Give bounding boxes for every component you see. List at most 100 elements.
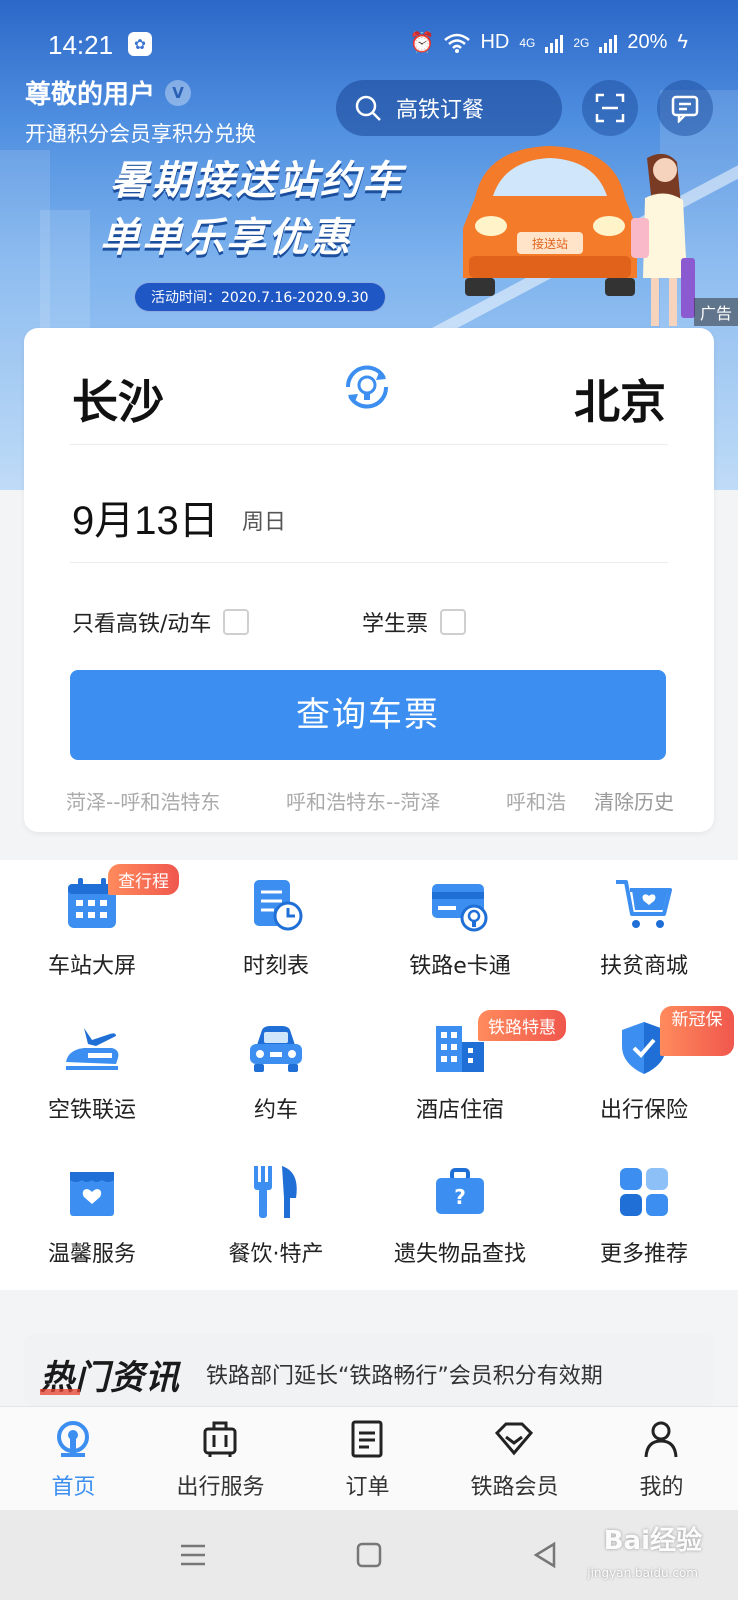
departure-date[interactable]: 9月13日: [72, 488, 219, 546]
status-icons: ⏰ HD 4G 2G 20% ϟ: [410, 30, 688, 55]
tab-travel-services[interactable]: 出行服务: [147, 1407, 294, 1511]
service-label: 遗失物品查找: [393, 1242, 526, 1267]
hot-news-bar[interactable]: 热门资讯 铁路部门延长“铁路畅行”会员积分有效期: [24, 1334, 714, 1408]
watermark-url: jingyan.baidu.com: [587, 1566, 698, 1580]
history-item[interactable]: 呼和浩特东--菏泽: [286, 786, 440, 815]
departure-weekday: 周日: [242, 510, 287, 535]
service-label: 车站大屏: [47, 954, 136, 979]
bottom-tab-bar: 首页 出行服务 订单 铁路会员 我的: [0, 1406, 738, 1510]
service-label: 出行保险: [599, 1098, 688, 1123]
service-mall[interactable]: 扶贫商城: [552, 860, 736, 1000]
greeting-text: 尊敬的用户: [25, 80, 156, 110]
car-illustration: 接送站: [463, 146, 637, 296]
service-label: 餐饮·特产: [228, 1242, 324, 1267]
tab-label: 首页: [51, 1475, 96, 1500]
service-label: 时刻表: [242, 954, 309, 979]
cart-icon: [616, 880, 672, 928]
svg-text:?: ?: [454, 1185, 466, 1209]
service-ecard[interactable]: 铁路e卡通: [368, 860, 552, 1000]
ecard-icon: [432, 884, 488, 932]
service-tag: 新冠保: [660, 1006, 734, 1056]
signal-bars-icon-2: [599, 33, 618, 53]
tab-home[interactable]: 首页: [0, 1407, 147, 1511]
signal-bars-icon: [545, 33, 564, 53]
tab-orders[interactable]: 订单: [294, 1407, 441, 1511]
message-button[interactable]: [657, 80, 713, 136]
query-tickets-button[interactable]: 查询车票: [70, 670, 666, 760]
person-icon: [644, 1421, 678, 1458]
service-label: 温馨服务: [47, 1242, 136, 1267]
banner-title-line1: 暑期接送站约车: [110, 158, 404, 204]
member-tip[interactable]: 开通积分会员享积分兑换: [25, 118, 256, 148]
luggage-icon: [203, 1421, 237, 1457]
service-warm-service[interactable]: 温馨服务: [0, 1148, 184, 1288]
ad-label: 广告: [694, 298, 738, 326]
status-time: 14:21: [48, 30, 114, 60]
service-grid: 车站大屏 查行程 时刻表 铁路e卡通 扶贫商城 空铁联运 约车 酒店住宿 铁路特…: [0, 860, 738, 1290]
signal-4g-label: 4G: [519, 35, 536, 50]
banner-activity-time: 活动时间：2020.7.16-2020.9.30: [134, 282, 386, 312]
app-notification-icon: ✿: [128, 32, 152, 56]
only-high-speed-option[interactable]: 只看高铁/动车: [72, 606, 250, 638]
student-ticket-label: 学生票: [362, 612, 429, 637]
service-label: 扶贫商城: [599, 954, 688, 979]
tab-label: 订单: [345, 1475, 390, 1500]
alarm-icon: ⏰: [409, 32, 435, 54]
plane-train-icon: [66, 1028, 119, 1070]
order-icon: [351, 1420, 383, 1458]
service-car-hailing[interactable]: 约车: [184, 1004, 368, 1144]
back-nav-icon[interactable]: [530, 1540, 560, 1570]
user-greeting[interactable]: 尊敬的用户 V: [25, 74, 192, 111]
service-tag: 查行程: [108, 864, 179, 895]
charging-icon: ϟ: [677, 31, 688, 53]
menu-nav-icon[interactable]: [178, 1540, 208, 1570]
car-icon: [250, 1026, 302, 1072]
service-label: 约车: [253, 1098, 298, 1123]
service-lost-found[interactable]: ? 遗失物品查找: [368, 1148, 552, 1288]
vip-badge-icon: V: [165, 79, 192, 106]
divider: [70, 444, 668, 445]
battery-percent: 20%: [627, 31, 668, 53]
service-timetable[interactable]: 时刻表: [184, 860, 368, 1000]
hot-news-headline[interactable]: 铁路部门延长“铁路畅行”会员积分有效期: [206, 1358, 603, 1390]
to-city[interactable]: 北京: [574, 366, 666, 432]
hot-news-title: 热门资讯: [40, 1350, 180, 1399]
more-grid-icon: [620, 1168, 668, 1216]
search-history: 菏泽--呼和浩特东 呼和浩特东--菏泽 呼和浩 清除历史: [66, 786, 684, 816]
ticket-search-card: 长沙 北京 9月13日 周日 只看高铁/动车 学生票 查询车票 菏泽--呼和浩特…: [24, 328, 714, 832]
student-ticket-checkbox[interactable]: [440, 609, 467, 635]
student-ticket-option[interactable]: 学生票: [362, 606, 467, 638]
baidu-watermark: Bai经验: [603, 1526, 702, 1556]
dining-icon: [254, 1166, 297, 1218]
search-placeholder: 高铁订餐: [396, 98, 485, 123]
hd-label: HD: [480, 31, 510, 53]
signal-2g-label: 2G: [573, 35, 590, 50]
home-nav-icon[interactable]: [354, 1540, 384, 1570]
diamond-icon: [494, 1422, 534, 1456]
swap-stations-icon[interactable]: [340, 360, 394, 414]
service-air-rail[interactable]: 空铁联运: [0, 1004, 184, 1144]
car-sign-text: 接送站: [532, 236, 568, 251]
timetable-icon: [254, 880, 303, 931]
scan-icon: [595, 93, 625, 123]
only-high-speed-checkbox[interactable]: [223, 609, 250, 635]
search-bar[interactable]: 高铁订餐: [336, 80, 562, 136]
wifi-icon: [444, 33, 471, 53]
tab-rail-member[interactable]: 铁路会员: [441, 1407, 588, 1511]
from-city[interactable]: 长沙: [72, 366, 164, 432]
service-label: 酒店住宿: [415, 1098, 504, 1123]
service-label: 空铁联运: [47, 1098, 136, 1123]
service-dining[interactable]: 餐饮·特产: [184, 1148, 368, 1288]
search-icon: [355, 95, 381, 121]
service-more[interactable]: 更多推荐: [552, 1148, 736, 1288]
history-item[interactable]: 菏泽--呼和浩特东: [66, 786, 220, 815]
banner-title-line2: 单单乐享优惠: [100, 215, 352, 261]
history-item[interactable]: 呼和浩: [506, 786, 566, 815]
lost-found-icon: ?: [436, 1168, 484, 1214]
scan-button[interactable]: [582, 80, 638, 136]
service-label: 铁路e卡通: [409, 954, 511, 979]
heart-service-icon: [70, 1172, 114, 1216]
tab-label: 出行服务: [176, 1475, 265, 1500]
tab-mine[interactable]: 我的: [588, 1407, 735, 1511]
clear-history-button[interactable]: 清除历史: [586, 786, 674, 815]
